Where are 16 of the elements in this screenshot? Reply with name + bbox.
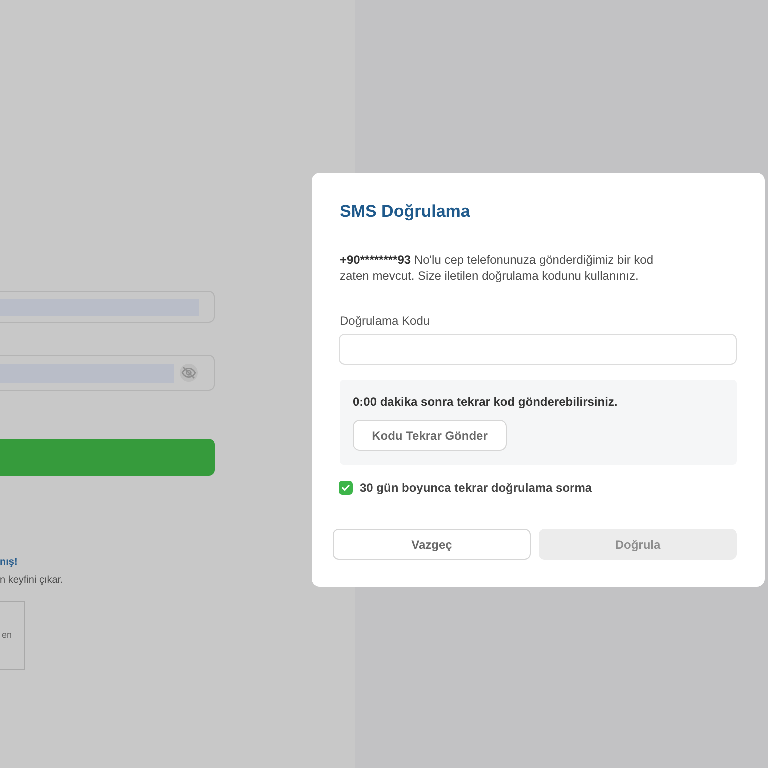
info-card[interactable]: en <box>0 601 25 670</box>
primary-button[interactable] <box>0 439 215 476</box>
promo-title: nış! <box>0 556 18 569</box>
checkbox[interactable] <box>339 481 353 495</box>
countdown-text: 0:00 dakika sonra tekrar kod gönderebilirsiniz. <box>353 394 618 410</box>
message-text: +90********93 No'lu cep telefonunuza gönderdiğimiz bir kod zaten mevcut. Size iletilen doğrulama kodunu kullanınız. <box>340 252 654 284</box>
eye-slash-icon[interactable] <box>180 364 198 382</box>
password-field[interactable] <box>0 355 215 391</box>
dialog-title: SMS Doğrulama <box>340 201 470 223</box>
checkbox-label[interactable]: 30 gün boyunca tekrar doğrulama sorma <box>360 480 592 496</box>
promo-text: n keyfini çıkar. <box>0 574 64 587</box>
field-label: Doğrulama Kodu <box>340 313 430 329</box>
resend-button[interactable]: Kodu Tekrar Gönder <box>353 420 507 451</box>
code-input[interactable] <box>339 334 737 365</box>
cancel-button[interactable]: Vazgeç <box>333 529 531 560</box>
card-text: en <box>2 630 12 641</box>
